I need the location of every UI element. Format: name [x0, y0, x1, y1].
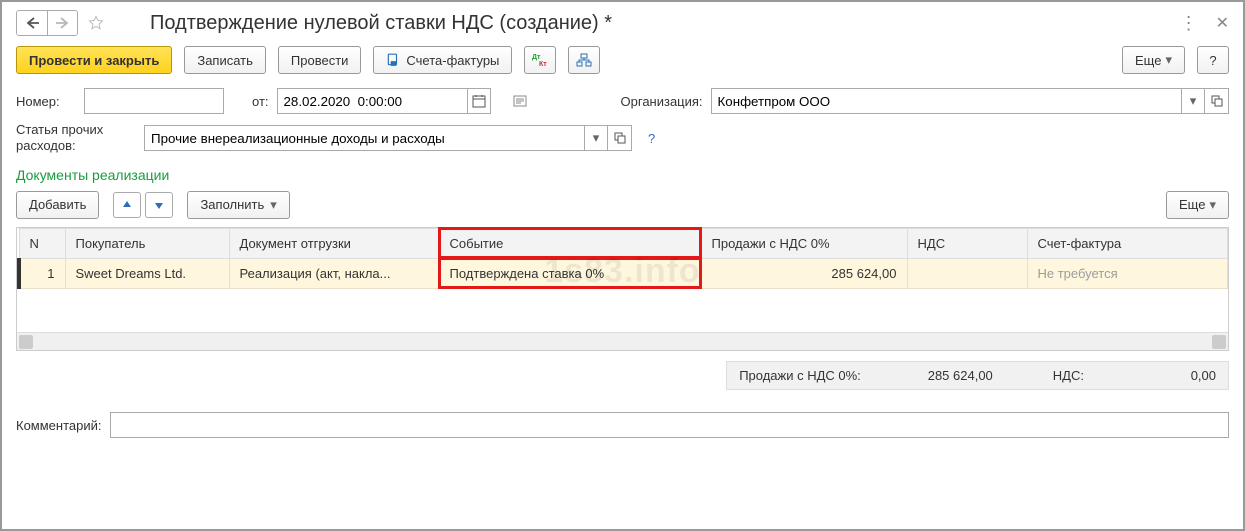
table: N Покупатель Документ отгрузки Событие П… — [16, 227, 1229, 352]
org-dropdown-icon[interactable]: ▾ — [1181, 88, 1205, 114]
save-button[interactable]: Записать — [184, 46, 266, 74]
table-row[interactable]: 1 Sweet Dreams Ltd. Реализация (акт, нак… — [19, 258, 1228, 288]
forward-button[interactable] — [47, 11, 77, 35]
col-sales[interactable]: Продажи с НДС 0% — [701, 228, 907, 258]
section-title: Документы реализации — [2, 159, 1243, 187]
invoices-button[interactable]: Счета-фактуры — [373, 46, 512, 74]
more-label: Еще — [1135, 53, 1161, 68]
org-input[interactable] — [711, 88, 1181, 114]
add-button[interactable]: Добавить — [16, 191, 99, 219]
cell-buyer[interactable]: Sweet Dreams Ltd. — [65, 258, 229, 288]
col-vat[interactable]: НДС — [907, 228, 1027, 258]
expense-label: Статья прочих расходов: — [16, 122, 136, 155]
help-button[interactable]: ? — [1197, 46, 1229, 74]
section-more-label: Еще — [1179, 197, 1205, 212]
cell-vat[interactable] — [907, 258, 1027, 288]
move-up-button[interactable] — [113, 192, 141, 218]
note-icon[interactable] — [507, 88, 533, 114]
total-vat-value: 0,00 — [1096, 368, 1216, 383]
cell-sales[interactable]: 285 624,00 — [701, 258, 907, 288]
expense-help-icon[interactable]: ? — [648, 131, 655, 146]
back-button[interactable] — [17, 11, 47, 35]
structure-button[interactable] — [568, 46, 600, 74]
horizontal-scrollbar[interactable] — [17, 332, 1228, 350]
col-invoice[interactable]: Счет-фактура — [1027, 228, 1228, 258]
cell-n[interactable]: 1 — [19, 258, 65, 288]
col-n[interactable]: N — [19, 228, 65, 258]
fill-button[interactable]: Заполнить ▾ — [187, 191, 289, 219]
table-header-row: N Покупатель Документ отгрузки Событие П… — [19, 228, 1228, 258]
number-input[interactable] — [84, 88, 224, 114]
from-label: от: — [252, 94, 269, 109]
total-vat-label: НДС: — [1053, 368, 1084, 383]
kebab-menu-icon[interactable]: ⋮ — [1180, 13, 1198, 34]
date-input[interactable] — [277, 88, 467, 114]
org-label: Организация: — [621, 94, 703, 109]
post-and-close-button[interactable]: Провести и закрыть — [16, 46, 172, 74]
more-button[interactable]: Еще ▾ — [1122, 46, 1185, 74]
move-down-button[interactable] — [145, 192, 173, 218]
svg-text:Дт: Дт — [532, 54, 541, 61]
comment-input[interactable] — [110, 412, 1230, 438]
invoices-label: Счета-фактуры — [406, 53, 499, 68]
cell-invoice[interactable]: Не требуется — [1027, 258, 1228, 288]
expense-dropdown-icon[interactable]: ▾ — [584, 125, 608, 151]
page-title: Подтверждение нулевой ставки НДС (создан… — [110, 12, 1180, 35]
section-more-button[interactable]: Еще ▾ — [1166, 191, 1229, 219]
svg-text:Кт: Кт — [539, 61, 547, 67]
cell-event[interactable]: Подтверждена ставка 0% — [439, 258, 701, 288]
fill-label: Заполнить — [200, 197, 264, 212]
total-sales-value: 285 624,00 — [873, 368, 993, 383]
number-label: Номер: — [16, 94, 76, 109]
totals-block: Продажи с НДС 0%: 285 624,00 НДС: 0,00 — [726, 361, 1229, 390]
expense-open-icon[interactable] — [608, 125, 632, 151]
comment-label: Комментарий: — [16, 418, 102, 433]
col-doc[interactable]: Документ отгрузки — [229, 228, 439, 258]
calendar-icon[interactable] — [467, 88, 491, 114]
col-buyer[interactable]: Покупатель — [65, 228, 229, 258]
favorite-icon[interactable] — [82, 11, 110, 35]
col-event[interactable]: Событие — [439, 228, 701, 258]
cell-doc[interactable]: Реализация (акт, накла... — [229, 258, 439, 288]
dt-kt-button[interactable]: ДтКт — [524, 46, 556, 74]
close-icon[interactable]: ✕ — [1216, 13, 1229, 33]
total-sales-label: Продажи с НДС 0%: — [739, 368, 861, 383]
expense-input[interactable] — [144, 125, 584, 151]
org-open-icon[interactable] — [1205, 88, 1229, 114]
post-button[interactable]: Провести — [278, 46, 362, 74]
